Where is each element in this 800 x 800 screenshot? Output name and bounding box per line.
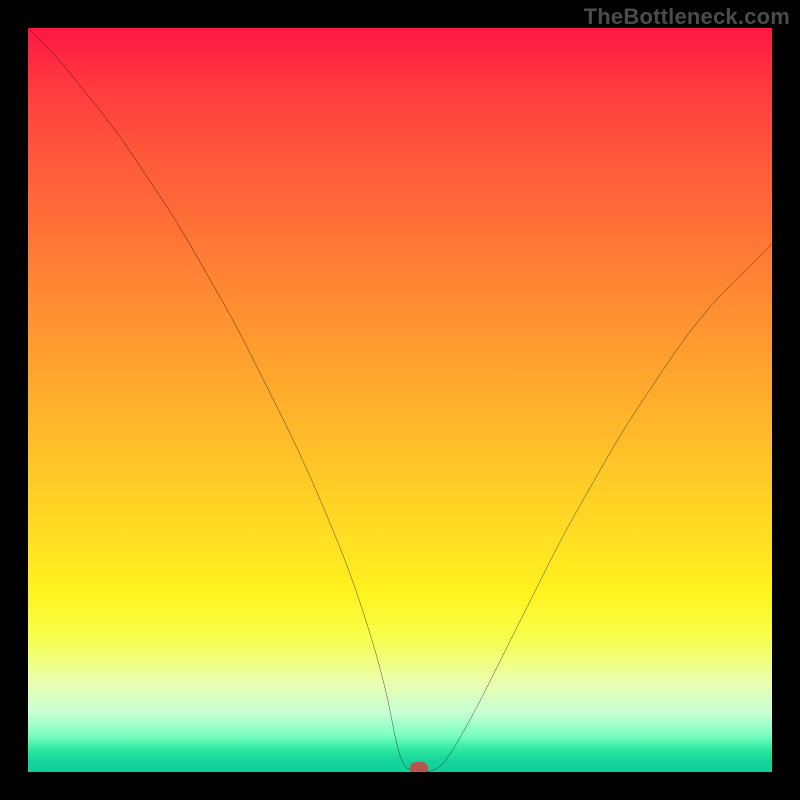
plot-area	[28, 28, 772, 772]
bottleneck-curve-path	[28, 28, 772, 772]
watermark-text: TheBottleneck.com	[584, 4, 790, 30]
bottleneck-curve	[28, 28, 772, 772]
optimal-point-marker	[410, 762, 428, 773]
chart-frame: TheBottleneck.com	[0, 0, 800, 800]
